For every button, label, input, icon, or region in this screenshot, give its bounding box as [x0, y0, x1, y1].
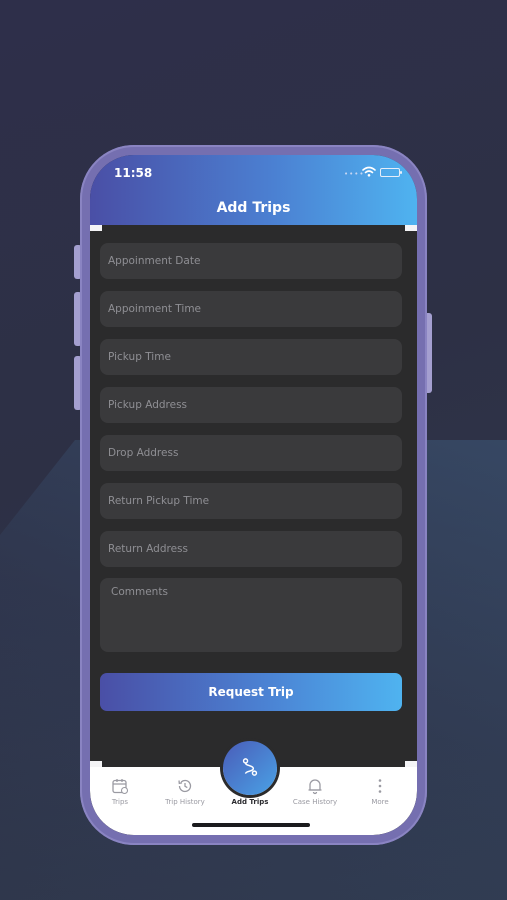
request-trip-button[interactable]: Request Trip	[100, 673, 402, 711]
tab-case-history[interactable]: Case History	[285, 767, 345, 815]
tab-label: Case History	[292, 798, 338, 806]
more-vertical-icon	[378, 779, 382, 793]
battery-icon	[380, 168, 402, 177]
drop-address-field[interactable]: Drop Address	[100, 435, 402, 471]
bell-icon	[308, 779, 322, 795]
tab-label: Trips	[111, 798, 129, 806]
frame-band	[90, 225, 102, 231]
calendar-icon	[112, 779, 129, 795]
tab-label: Trip History	[165, 798, 205, 806]
return-pickup-time-field[interactable]: Return Pickup Time	[100, 483, 402, 519]
tab-more[interactable]: More	[350, 767, 410, 815]
add-trips-fab[interactable]	[223, 741, 277, 795]
return-address-field[interactable]: Return Address	[100, 531, 402, 567]
frame-band	[405, 225, 417, 231]
pickup-time-field[interactable]: Pickup Time	[100, 339, 402, 375]
tab-label: More	[371, 798, 389, 806]
tab-trip-history[interactable]: Trip History	[155, 767, 215, 815]
tab-trips[interactable]: Trips	[90, 767, 150, 815]
appointment-time-field[interactable]: Appoinment Time	[100, 291, 402, 327]
home-indicator	[192, 823, 310, 827]
phone-frame: 11:58 •••• Add Trips Appoinment Date App…	[80, 145, 427, 845]
appointment-date-field[interactable]: Appoinment Date	[100, 243, 402, 279]
history-icon	[178, 779, 192, 793]
status-time: 11:58	[114, 166, 153, 180]
comments-textarea[interactable]: Comments	[100, 578, 402, 652]
page-title: Add Trips	[216, 200, 291, 216]
tab-add-trips[interactable]: Add Trips	[220, 741, 280, 815]
pickup-address-field[interactable]: Pickup Address	[100, 387, 402, 423]
phone-screen: 11:58 •••• Add Trips Appoinment Date App…	[90, 155, 417, 835]
app-header: 11:58 •••• Add Trips	[90, 155, 417, 225]
tab-label: Add Trips	[231, 798, 269, 806]
route-icon	[242, 758, 258, 776]
wifi-icon	[362, 166, 376, 177]
